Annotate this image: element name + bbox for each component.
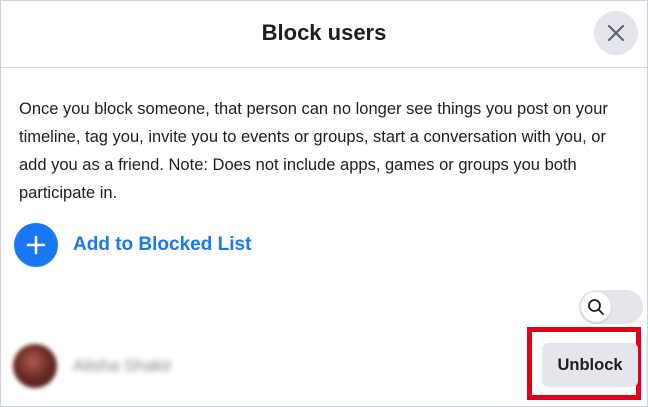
blocked-user-name: Alisha Shakir <box>73 356 173 375</box>
dialog-title: Block users <box>261 20 387 45</box>
dialog-header: Block users <box>1 1 647 68</box>
block-description: Once you block someone, that person can … <box>19 100 608 202</box>
avatar <box>13 344 57 388</box>
block-users-dialog: Block users Once you block someone, that… <box>0 0 648 407</box>
unblock-button[interactable]: Unblock <box>542 343 638 387</box>
add-to-blocked-list-button[interactable]: Add to Blocked List <box>14 223 251 267</box>
search-icon <box>588 299 604 315</box>
search-knob[interactable] <box>581 292 611 322</box>
add-to-blocked-list-label[interactable]: Add to Blocked List <box>73 234 251 256</box>
close-button[interactable] <box>594 11 638 55</box>
plus-icon <box>26 235 46 255</box>
blocked-user-row: Alisha Shakir <box>13 343 172 389</box>
plus-circle[interactable] <box>14 223 58 267</box>
search-toggle[interactable] <box>579 290 643 324</box>
close-icon <box>607 24 625 42</box>
